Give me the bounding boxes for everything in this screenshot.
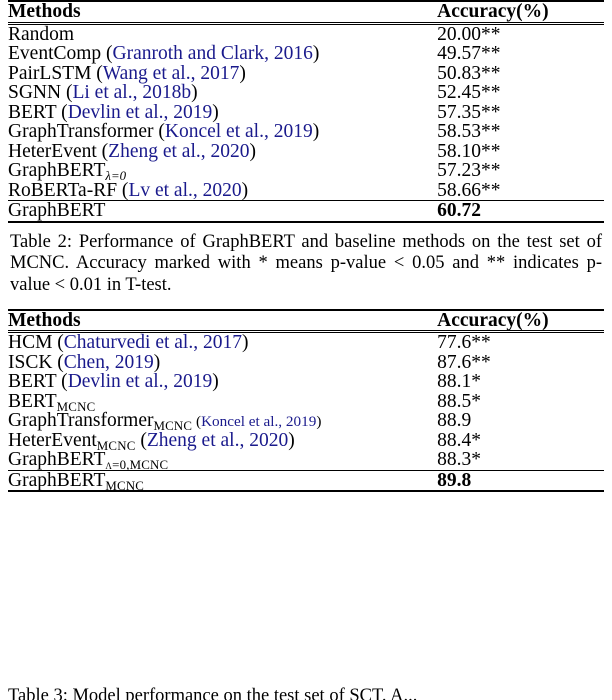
accuracy-value: 57.23**: [437, 160, 501, 181]
table-row: PairLSTM (Wang et al., 2017) 50.83**: [8, 62, 604, 84]
column-header-accuracy: Accuracy(%): [437, 1, 549, 22]
table-row: GraphTransformerMCNC (Koncel et al., 201…: [8, 410, 604, 434]
table-row: HeterEventMCNC (Zheng et al., 2020) 88.4…: [8, 429, 604, 453]
citation-link[interactable]: Koncel et al., 2019: [201, 413, 316, 430]
table-row: ISCK (Chen, 2019) 87.6**: [8, 353, 604, 373]
method-name: SGNN (Li et al., 2018b): [8, 82, 198, 103]
table-row: GraphBERTλ=0,MCNC 88.3*: [8, 449, 604, 473]
citation-link[interactable]: Chen, 2019: [64, 352, 154, 373]
accuracy-value: 49.57**: [437, 43, 501, 64]
citation-link[interactable]: Koncel et al., 2019: [165, 121, 313, 142]
table-body: HCM (Chaturvedi et al., 2017) 77.6** ISC…: [8, 331, 604, 493]
table-header-row: Methods Accuracy(%): [8, 1, 604, 23]
method-name: GraphBERTλ=0,MCNC: [8, 449, 169, 473]
citation-link[interactable]: Devlin et al., 2019: [68, 102, 213, 123]
accuracy-value: 57.35**: [437, 101, 501, 123]
method-name: GraphBERTλ=0: [8, 160, 127, 183]
method-name: HeterEventMCNC (Zheng et al., 2020): [8, 429, 295, 453]
citation-link[interactable]: Zheng et al., 2020: [147, 430, 288, 451]
method-name: BERT (Devlin et al., 2019): [8, 371, 219, 393]
method-name: GraphTransformerMCNC (Koncel et al., 201…: [8, 410, 322, 434]
table-row: HCM (Chaturvedi et al., 2017) 77.6**: [8, 331, 604, 354]
method-name: GraphTransformer (Koncel et al., 2019): [8, 121, 320, 142]
table-row: RoBERTa-RF (Lv et al., 2020) 58.66**: [8, 179, 604, 201]
column-header-methods: Methods: [8, 309, 81, 331]
method-name: BERT (Devlin et al., 2019): [8, 101, 219, 123]
table-caption-2: Table 2: Performance of GraphBERT and ba…: [10, 231, 602, 296]
table-caption-3: Table 3: Model performance on the test s…: [8, 686, 418, 700]
method-name: GraphBERTMCNC: [8, 469, 145, 493]
accuracy-value: 88.9: [437, 410, 472, 432]
table-row: EventComp (Granroth and Clark, 2016) 49.…: [8, 44, 604, 64]
method-name: GraphBERT: [8, 200, 106, 221]
table-row-best: GraphBERT 60.72: [8, 200, 604, 222]
citation-link[interactable]: Wang et al., 2017: [103, 63, 240, 84]
method-name: HeterEvent (Zheng et al., 2020): [8, 140, 257, 162]
accuracy-value: 88.3*: [437, 449, 481, 471]
method-subscript: λ=0: [105, 168, 127, 183]
accuracy-value: 88.1*: [437, 371, 481, 393]
method-subscript: MCNC: [96, 438, 136, 453]
citation-link[interactable]: Chaturvedi et al., 2017: [64, 332, 242, 353]
table-body: Random 20.00** EventComp (Granroth and C…: [8, 23, 604, 222]
table-row: SGNN (Li et al., 2018b) 52.45**: [8, 83, 604, 103]
column-header-methods: Methods: [8, 1, 81, 22]
accuracy-value: 87.6**: [437, 351, 491, 373]
table-row: HeterEvent (Zheng et al., 2020) 58.10**: [8, 140, 604, 162]
accuracy-value: 60.72: [437, 200, 481, 221]
accuracy-value: 88.5*: [437, 390, 481, 412]
accuracy-value: 50.83**: [437, 62, 501, 84]
table-row-best: GraphBERTMCNC 89.8: [8, 469, 604, 493]
accuracy-value: 58.10**: [437, 140, 501, 162]
accuracy-value: 77.6**: [437, 332, 491, 354]
method-name: HCM (Chaturvedi et al., 2017): [8, 332, 249, 354]
table-header-row: Methods Accuracy(%): [8, 309, 604, 332]
accuracy-value: 58.66**: [437, 179, 501, 201]
accuracy-value: 88.4*: [437, 429, 481, 451]
method-name: PairLSTM (Wang et al., 2017): [8, 62, 246, 84]
method-subscript: λ=0,MCNC: [105, 458, 169, 473]
method-name: BERTMCNC: [8, 390, 96, 414]
citation-link[interactable]: Zheng et al., 2020: [108, 141, 249, 162]
citation-link[interactable]: Li et al., 2018b: [72, 82, 191, 103]
method-subscript: MCNC: [56, 399, 96, 414]
accuracy-value: 52.45**: [437, 82, 501, 103]
table-row: BERT (Devlin et al., 2019) 57.35**: [8, 101, 604, 123]
citation-link[interactable]: Devlin et al., 2019: [68, 371, 213, 392]
method-name: RoBERTa-RF (Lv et al., 2020): [8, 179, 249, 201]
accuracy-value: 20.00**: [437, 23, 501, 45]
accuracy-value: 89.8: [437, 469, 472, 491]
method-name: ISCK (Chen, 2019): [8, 351, 161, 373]
table-row: GraphBERTλ=0 57.23**: [8, 160, 604, 183]
citation-link[interactable]: Lv et al., 2020: [128, 180, 241, 201]
table-row: GraphTransformer (Koncel et al., 2019) 5…: [8, 122, 604, 142]
method-subscript: MCNC: [153, 419, 193, 434]
paper-page: Methods Accuracy(%) Random 20.00** Event…: [0, 0, 612, 700]
table-row: Random 20.00**: [8, 23, 604, 44]
method-name: EventComp (Granroth and Clark, 2016): [8, 43, 320, 64]
column-header-accuracy: Accuracy(%): [437, 309, 549, 331]
accuracy-value: 58.53**: [437, 121, 501, 142]
results-table-sct: Methods Accuracy(%) HCM (Chaturvedi et a…: [8, 309, 604, 493]
citation-link[interactable]: Granroth and Clark, 2016: [113, 43, 313, 64]
method-name: Random: [8, 23, 75, 45]
method-subscript: MCNC: [105, 478, 145, 493]
table-row: BERT (Devlin et al., 2019) 88.1*: [8, 372, 604, 392]
results-table-mcnc: Methods Accuracy(%) Random 20.00** Event…: [8, 0, 604, 223]
table-row: BERTMCNC 88.5*: [8, 390, 604, 414]
